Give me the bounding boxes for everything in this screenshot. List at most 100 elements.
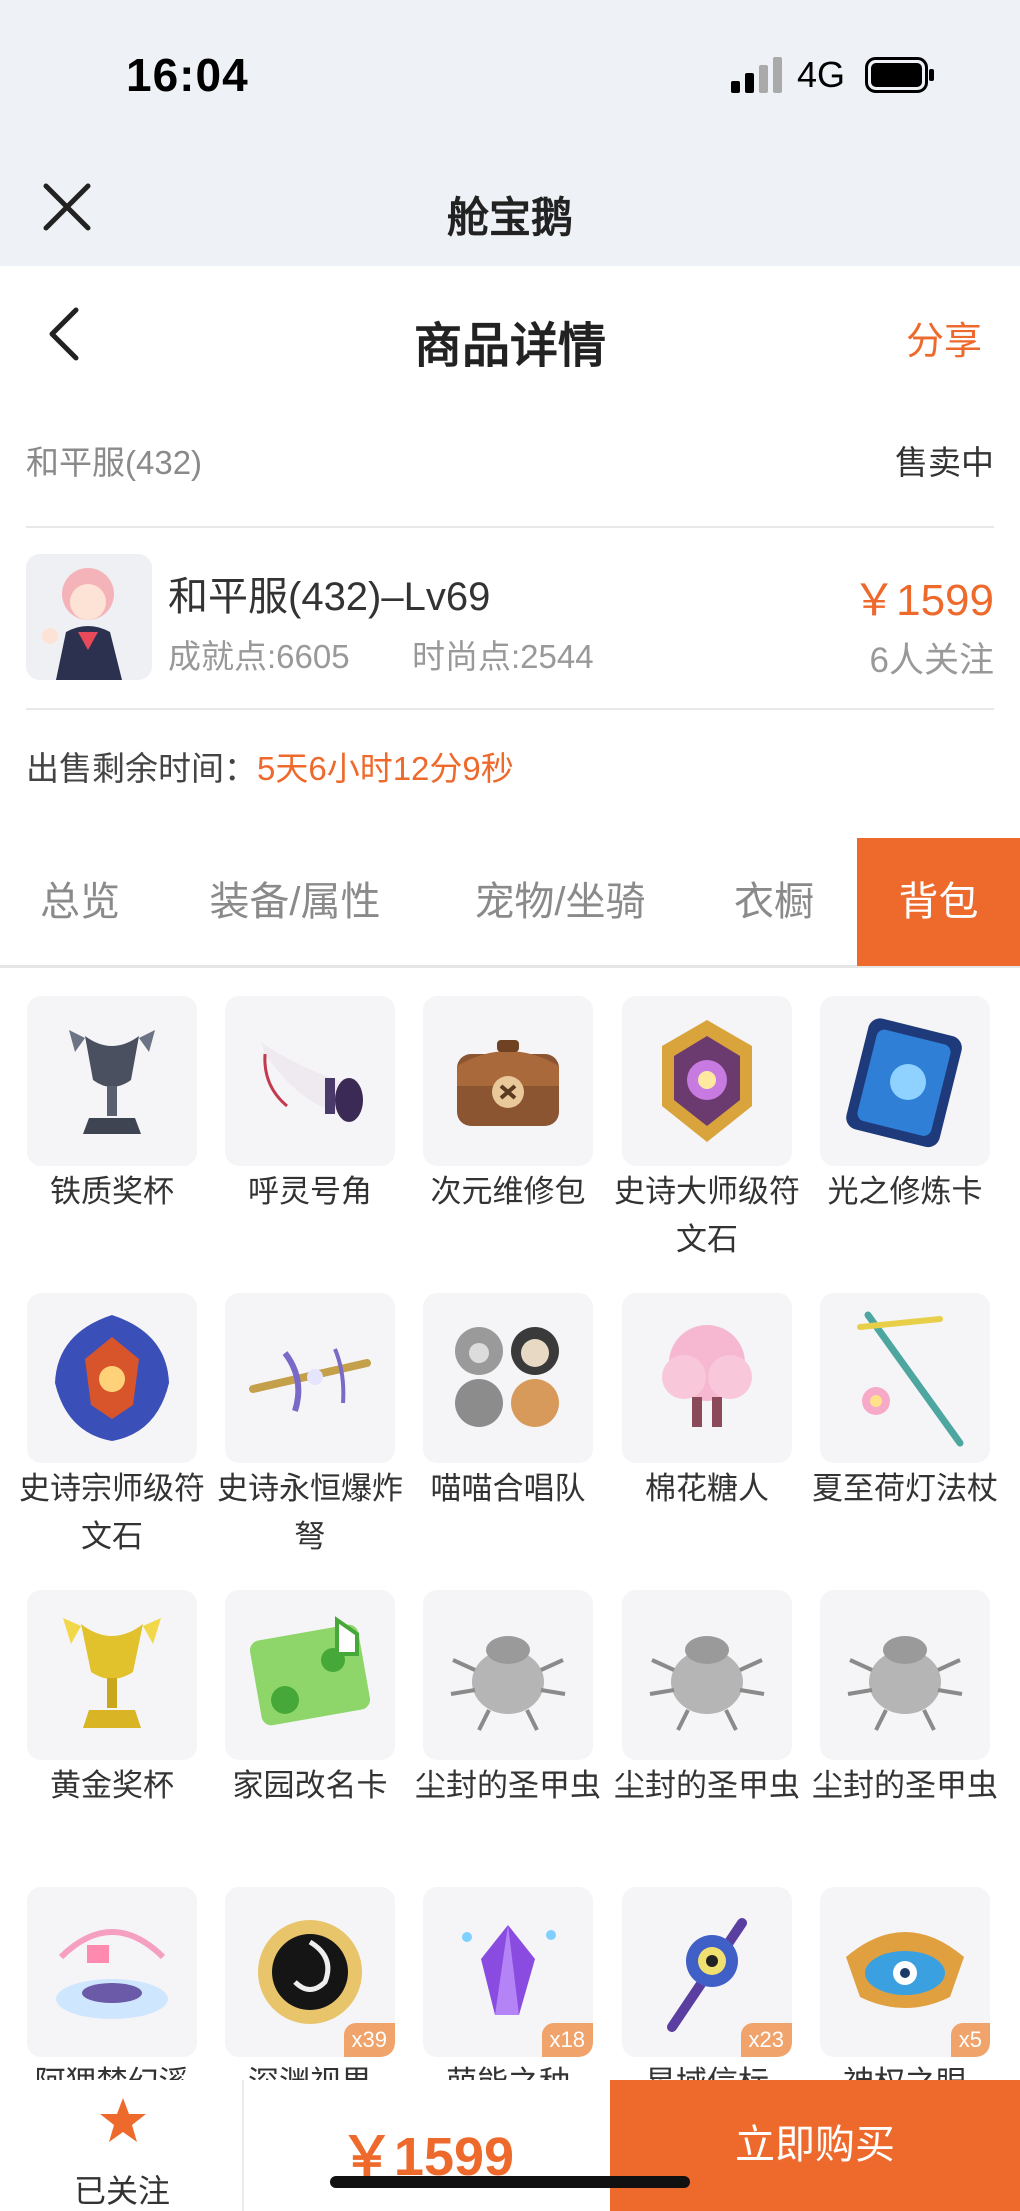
inventory-item[interactable]: x18 萌能之种 — [423, 1887, 593, 2080]
purple-crystal-icon: x18 — [423, 1887, 593, 2057]
item-name: 史诗永恒爆炸弩 — [217, 1471, 403, 1554]
follower-count: 6人关注 — [869, 641, 994, 680]
scarab-icon — [423, 1590, 593, 1760]
inventory-item[interactable]: 尘封的圣甲虫 — [415, 1590, 601, 1810]
item-title: 和平服(432)–Lv69 — [168, 575, 491, 619]
tab-pets[interactable]: 宠物/坐骑 — [430, 838, 690, 966]
inventory-item[interactable]: 呼灵号角 — [225, 996, 395, 1216]
inventory-item[interactable]: 史诗宗师级符文石 — [19, 1293, 205, 1561]
inventory-item[interactable]: 铁质奖杯 — [27, 996, 197, 1216]
scarab-icon — [820, 1590, 990, 1760]
nav-bar: 商品详情 分享 — [0, 266, 1020, 402]
inventory-item[interactable]: 喵喵合唱队 — [423, 1293, 593, 1513]
server-row: 和平服(432) 售卖中 — [26, 436, 994, 484]
item-name: 家园改名卡 — [232, 1768, 388, 1803]
app-header: 16:04 4G 舱宝鹅 — [0, 0, 1020, 266]
sale-remaining-time: 出售剩余时间：5天6小时12分9秒 — [26, 742, 514, 790]
rename-card-icon — [225, 1590, 395, 1760]
item-name: 夏至荷灯法杖 — [812, 1471, 998, 1506]
achievement-points: 成就点:6605 — [168, 638, 350, 675]
quantity-badge: x5 — [950, 2023, 990, 2057]
item-name: 呼灵号角 — [248, 1174, 372, 1209]
item-name: 星域信标 — [612, 2059, 802, 2080]
crossbow-icon — [225, 1293, 395, 1463]
divider — [26, 526, 994, 528]
fashion-points: 时尚点:2544 — [412, 638, 594, 675]
item-name: 史诗宗师级符文石 — [19, 1471, 205, 1554]
signal-icon — [731, 57, 782, 93]
master-rune-icon — [622, 996, 792, 1166]
home-indicator — [330, 2176, 690, 2188]
inventory-item[interactable]: 光之修炼卡 — [820, 996, 990, 1216]
follow-label: 已关注 — [73, 2173, 170, 2209]
scarab-icon — [622, 1590, 792, 1760]
tab-equipment[interactable]: 装备/属性 — [160, 838, 430, 966]
abyss-eye-icon: x39 — [225, 1887, 395, 2057]
gold-trophy-icon — [27, 1590, 197, 1760]
inventory-item[interactable]: 家园改名卡 — [225, 1590, 395, 1810]
item-name: 尘封的圣甲虫 — [812, 1768, 998, 1803]
item-name: 萌能之种 — [413, 2059, 603, 2080]
item-name: 尘封的圣甲虫 — [614, 1768, 800, 1803]
lotus-staff-icon — [820, 1293, 990, 1463]
tab-backpack[interactable]: 背包 — [857, 838, 1020, 966]
inventory-item[interactable]: 夏至荷灯法杖 — [812, 1293, 998, 1513]
inventory-item[interactable]: 次元维修包 — [423, 996, 593, 1216]
item-card[interactable]: 和平服(432)–Lv69 成就点:6605 时尚点:2544 ￥1599 6人… — [26, 554, 994, 682]
battery-icon — [865, 57, 934, 93]
inventory-item[interactable]: 黄金奖杯 — [27, 1590, 197, 1810]
inventory-item[interactable]: 阿狸梦幻溪 — [27, 1887, 197, 2080]
inventory-item[interactable]: 尘封的圣甲虫 — [614, 1590, 800, 1810]
item-name: 尘封的圣甲虫 — [415, 1768, 601, 1803]
character-avatar — [26, 554, 152, 680]
time-label: 出售剩余时间： — [26, 750, 257, 787]
item-name: 次元维修包 — [430, 1174, 586, 1209]
item-name: 深渊视界 — [215, 2059, 405, 2080]
divider — [26, 708, 994, 710]
inventory-item[interactable]: 棉花糖人 — [622, 1293, 792, 1513]
quantity-badge: x39 — [343, 2023, 395, 2057]
page-title: 商品详情 — [413, 320, 606, 373]
grandmaster-rune-icon — [27, 1293, 197, 1463]
item-name: 史诗大师级符文石 — [614, 1174, 800, 1257]
item-name: 喵喵合唱队 — [430, 1471, 586, 1506]
item-name: 棉花糖人 — [645, 1471, 769, 1506]
bottom-action-bar: 已关注 ￥1599 立即购买 — [0, 2080, 1020, 2211]
share-button[interactable]: 分享 — [906, 310, 982, 365]
inventory-item[interactable]: 史诗永恒爆炸弩 — [217, 1293, 403, 1561]
inventory-item[interactable]: x23 星域信标 — [622, 1887, 792, 2080]
network-type: 4G — [797, 54, 846, 95]
item-name: 神权之眼 — [810, 2059, 1000, 2080]
dream-cloud-icon — [27, 1887, 197, 2057]
inventory-item[interactable]: 尘封的圣甲虫 — [812, 1590, 998, 1810]
star-beacon-icon: x23 — [622, 1887, 792, 2057]
item-price: ￥1599 — [852, 576, 994, 625]
cat-choir-icon — [423, 1293, 593, 1463]
item-name: 阿狸梦幻溪 — [17, 2059, 207, 2080]
app-title: 舱宝鹅 — [446, 194, 573, 241]
horn-icon — [225, 996, 395, 1166]
tab-overview[interactable]: 总览 — [0, 838, 160, 966]
star-icon — [100, 2098, 146, 2142]
buy-now-button[interactable]: 立即购买 — [610, 2080, 1020, 2211]
quantity-badge: x23 — [740, 2023, 792, 2057]
item-name: 铁质奖杯 — [50, 1174, 174, 1209]
tab-wardrobe[interactable]: 衣橱 — [690, 838, 858, 966]
quantity-badge: x18 — [541, 2023, 593, 2057]
iron-trophy-icon — [27, 996, 197, 1166]
status-time: 16:04 — [126, 49, 249, 101]
follow-button[interactable]: 已关注 — [0, 2080, 244, 2211]
light-card-icon — [820, 996, 990, 1166]
inventory-item[interactable]: 史诗大师级符文石 — [614, 996, 800, 1264]
server-name: 和平服(432) — [26, 444, 203, 481]
divine-eye-icon: x5 — [820, 1887, 990, 2057]
item-name: 光之修炼卡 — [827, 1174, 983, 1209]
repair-bag-icon — [423, 996, 593, 1166]
detail-tabs: 总览 装备/属性 宠物/坐骑 衣橱 背包 — [0, 838, 1020, 968]
inventory-item[interactable]: x39 深渊视界 — [225, 1887, 395, 2080]
inventory-grid: 铁质奖杯 呼灵号角 次元维修包 史诗大师级符文石 光之修炼卡 史诗宗师级符文石 — [0, 996, 1020, 2080]
sale-status: 售卖中 — [895, 444, 994, 481]
inventory-item[interactable]: x5 神权之眼 — [820, 1887, 990, 2080]
time-value: 5天6小时12分9秒 — [257, 750, 514, 787]
marshmallow-icon — [622, 1293, 792, 1463]
